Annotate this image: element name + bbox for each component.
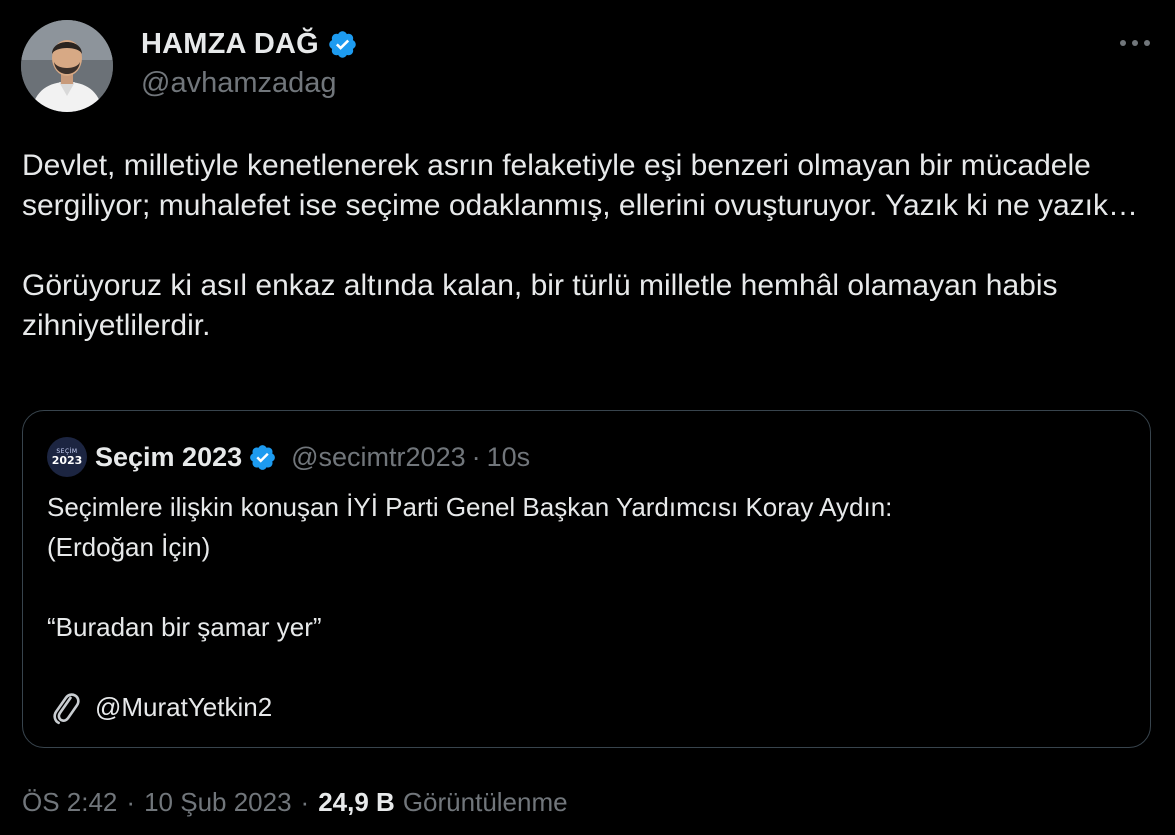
quoted-line: (Erdoğan İçin) [47, 532, 211, 562]
separator-dot: · [300, 786, 310, 817]
more-options-button[interactable] [1113, 28, 1157, 60]
quoted-tweet[interactable]: SEÇİM 2023 Seçim 2023 @secimtr2023 · 10s S… [22, 410, 1151, 748]
verified-badge-icon [248, 443, 277, 472]
quoted-meta: @secimtr2023 · 10s [291, 442, 530, 473]
tweet-text: Devlet, milletiyle kenetlenerek asrın fe… [22, 146, 1152, 346]
quoted-author-name[interactable]: Seçim 2023 [95, 442, 242, 473]
quoted-avatar[interactable]: SEÇİM 2023 [47, 437, 87, 477]
tweet-meta: ÖS 2:42 · 10 Şub 2023 · 24,9 B Görüntüle… [22, 782, 568, 822]
quoted-tweet-text: Seçimlere ilişkin konuşan İYİ Parti Gene… [47, 487, 1127, 727]
tweet-date[interactable]: 10 Şub 2023 [144, 787, 291, 818]
tweet-paragraph: Görüyoruz ki asıl enkaz altında kalan, b… [22, 269, 1058, 342]
more-dots-icon [1118, 35, 1152, 53]
author-handle[interactable]: @avhamzadag [141, 67, 337, 100]
tweet-paragraph: Devlet, milletiyle kenetlenerek asrın fe… [22, 149, 1139, 222]
quoted-avatar-bottom: 2023 [51, 453, 83, 467]
separator-dot: · [471, 441, 481, 472]
attribution-mention[interactable]: @MuratYetkin2 [95, 687, 272, 727]
views-label[interactable]: Görüntülenme [403, 787, 568, 818]
verified-badge-icon [327, 29, 358, 60]
quoted-line: Seçimlere ilişkin konuşan İYİ Parti Gene… [47, 492, 893, 522]
tweet-time[interactable]: ÖS 2:42 [22, 787, 117, 818]
quoted-tweet-header: SEÇİM 2023 Seçim 2023 @secimtr2023 · 10s [47, 437, 530, 477]
quoted-quote: “Buradan bir şamar yer” [47, 612, 322, 642]
quoted-author-handle[interactable]: @secimtr2023 [291, 442, 465, 472]
separator-dot: · [126, 786, 136, 817]
author-name[interactable]: HAMZA DAĞ [141, 28, 319, 61]
paperclip-icon [47, 689, 83, 725]
quoted-age[interactable]: 10s [487, 442, 531, 472]
views-count[interactable]: 24,9 B [318, 787, 395, 818]
author-avatar[interactable] [21, 20, 113, 112]
quoted-attribution-row: @MuratYetkin2 [47, 687, 1127, 727]
author-name-row[interactable]: HAMZA DAĞ [141, 24, 358, 64]
tweet: HAMZA DAĞ @avhamzadag Devlet, milletiyle… [0, 0, 1175, 835]
